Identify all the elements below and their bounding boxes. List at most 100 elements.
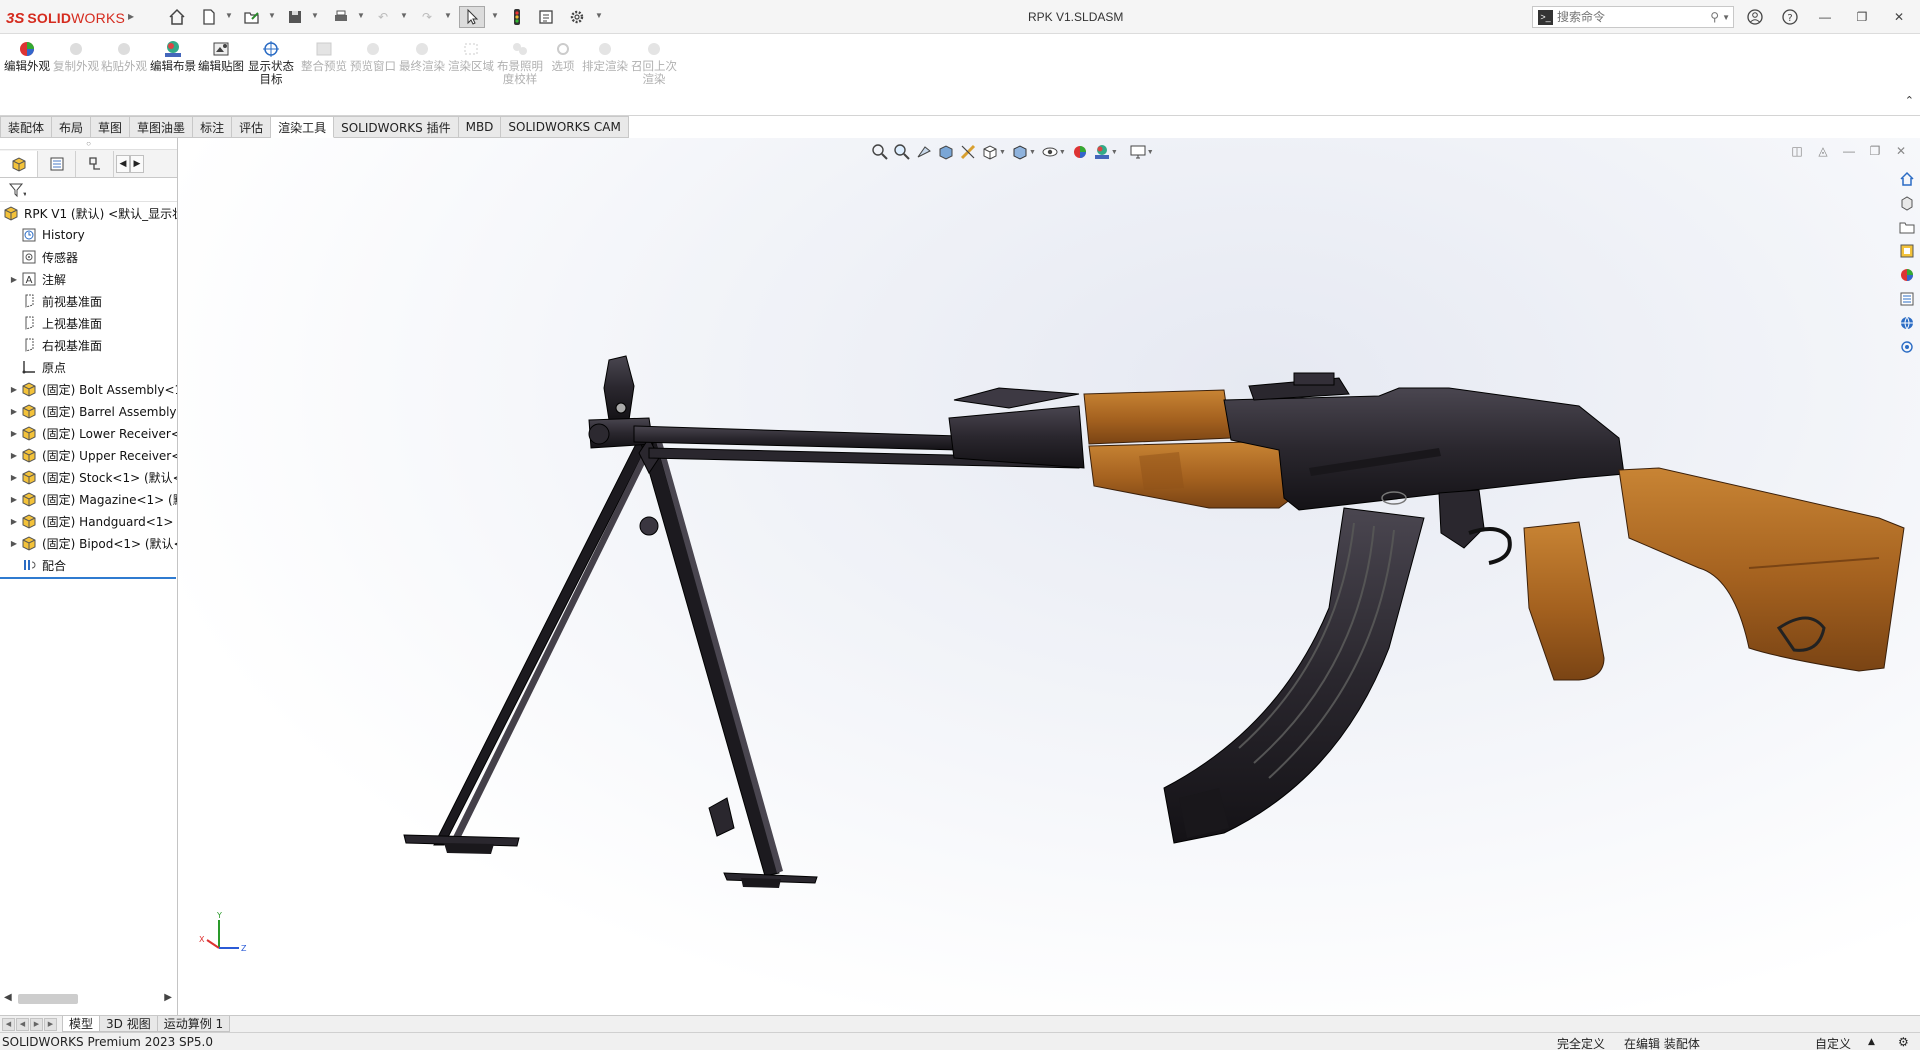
tree-item[interactable]: ▶ (固定) Bolt Assembly<1> (默认<默认_显示状态-1>) [0, 378, 177, 400]
tab-sketch-ink[interactable]: 草图油墨 [130, 116, 194, 138]
expand-arrow-icon[interactable]: ▶ [8, 429, 20, 438]
expand-arrow-icon[interactable]: ▶ [8, 517, 20, 526]
scene-illumination-proof-button[interactable]: 布景照明度校样 [497, 39, 543, 86]
tab-motion-study-1[interactable]: 运动算例 1 [156, 1016, 231, 1032]
copy-appearance-button[interactable]: 复制外观 [53, 39, 99, 73]
tab-nav-prev-icon[interactable]: ◀ [16, 1017, 29, 1031]
save-dropdown-icon[interactable]: ▼ [311, 11, 319, 20]
tree-item[interactable]: 配合 [0, 554, 177, 576]
search-input[interactable] [1557, 10, 1697, 24]
expand-arrow-icon[interactable]: ▶ [8, 495, 20, 504]
menu-flyout-arrow-icon[interactable]: ▸ [128, 9, 134, 23]
open-icon[interactable] [240, 6, 264, 28]
select-pointer-icon[interactable] [459, 6, 485, 28]
expand-arrow-icon[interactable]: ▶ [8, 275, 20, 284]
preview-window-button[interactable]: 预览窗口 [350, 39, 396, 73]
units-up-arrow-icon[interactable]: ▲ [1868, 1037, 1875, 1047]
tree-item[interactable]: ▶ (固定) Handguard<1> (默认<默认_显示状态-1>) [0, 510, 177, 532]
tab-layout[interactable]: 布局 [52, 116, 92, 138]
expand-arrow-icon[interactable]: ▶ [8, 539, 20, 548]
edit-appearance-button[interactable]: 编辑外观 [4, 39, 50, 73]
file-properties-icon[interactable] [535, 6, 557, 28]
tree-horizontal-scrollbar[interactable]: ◀ ▶ [0, 991, 176, 1007]
feature-manager-tab-icon[interactable] [0, 150, 38, 177]
new-dropdown-icon[interactable]: ▼ [225, 11, 233, 20]
tree-item[interactable]: ▶ (固定) Magazine<1> (默认<默认_显示状态-1>) [0, 488, 177, 510]
pistol-grip[interactable] [1523, 521, 1605, 681]
solidworks-logo[interactable]: 3S SOLIDWORKS [6, 8, 125, 28]
render-options-button[interactable]: 选项 [540, 39, 586, 73]
account-icon[interactable] [1744, 7, 1766, 27]
tab-markup[interactable]: 标注 [193, 116, 233, 138]
tab-sketch[interactable]: 草图 [91, 116, 131, 138]
expand-arrow-icon[interactable]: ▶ [8, 407, 20, 416]
tree-item[interactable]: ▶ (固定) Bipod<1> (默认<默认_显示状态-1>) [0, 532, 177, 554]
configuration-manager-tab-icon[interactable] [76, 150, 114, 177]
new-document-icon[interactable] [198, 6, 220, 28]
panel-tab-scroll-left-icon[interactable]: ◀ [116, 154, 130, 173]
stock[interactable] [1618, 467, 1905, 672]
integrated-preview-button[interactable]: 整合预览 [301, 39, 347, 73]
search-commands-box[interactable]: >_ ⚲ ▼ [1532, 6, 1734, 28]
redo-icon[interactable]: ↷ [416, 6, 438, 28]
expand-arrow-icon[interactable]: ▶ [8, 451, 20, 460]
restore-window-icon[interactable]: ❐ [1851, 7, 1873, 27]
scroll-right-icon[interactable]: ▶ [164, 992, 172, 1003]
filter-icon[interactable]: ▼ [8, 182, 26, 198]
undo-dropdown-icon[interactable]: ▼ [400, 11, 408, 20]
tab-model[interactable]: 模型 [62, 1016, 101, 1032]
redo-dropdown-icon[interactable]: ▼ [444, 11, 452, 20]
rebuild-status-icon[interactable]: ⚙ [1898, 1035, 1909, 1049]
tab-3d-views[interactable]: 3D 视图 [99, 1016, 158, 1032]
display-state-target-button[interactable]: 显示状态目标 [248, 39, 294, 86]
paste-appearance-button[interactable]: 粘贴外观 [101, 39, 147, 73]
collapse-ribbon-chevron-icon[interactable]: ⌃ [1905, 94, 1914, 107]
schedule-render-button[interactable]: 排定渲染 [582, 39, 628, 73]
tab-nav-first-icon[interactable]: ◀ [2, 1017, 15, 1031]
tab-mbd[interactable]: MBD [458, 116, 502, 138]
tree-item[interactable]: 右视基准面 [0, 334, 177, 356]
close-window-icon[interactable]: ✕ [1888, 7, 1910, 27]
recall-last-render-button[interactable]: 召回上次渲染 [631, 39, 677, 86]
tab-render-tools[interactable]: 渲染工具 [271, 116, 335, 138]
scroll-left-icon[interactable]: ◀ [4, 992, 12, 1003]
magazine[interactable] [1163, 507, 1425, 844]
edit-scene-button[interactable]: 编辑布景 [150, 39, 196, 73]
tab-assembly[interactable]: 装配体 [0, 116, 53, 138]
final-render-button[interactable]: 最终渲染 [399, 39, 445, 73]
open-dropdown-icon[interactable]: ▼ [268, 11, 276, 20]
help-icon[interactable]: ? [1779, 7, 1801, 27]
tab-nav-last-icon[interactable]: ▶ [44, 1017, 57, 1031]
save-icon[interactable] [284, 6, 306, 28]
tree-item[interactable]: ▶ (固定) Upper Receiver<1> (默认<默认_显示状态-1>) [0, 444, 177, 466]
tab-solidworks-addins[interactable]: SOLIDWORKS 插件 [334, 116, 459, 138]
tree-item[interactable]: 上视基准面 [0, 312, 177, 334]
property-manager-tab-icon[interactable] [38, 150, 76, 177]
select-dropdown-icon[interactable]: ▼ [491, 11, 499, 20]
tree-item[interactable]: 传感器 [0, 246, 177, 268]
bipod[interactable] [403, 433, 818, 888]
options-gear-icon[interactable] [566, 6, 588, 28]
home-icon[interactable] [166, 6, 188, 28]
tab-solidworks-cam[interactable]: SOLIDWORKS CAM [501, 116, 629, 138]
tab-evaluate[interactable]: 评估 [232, 116, 272, 138]
tree-item[interactable]: 前视基准面 [0, 290, 177, 312]
minimize-window-icon[interactable]: — [1814, 7, 1836, 27]
search-dropdown-icon[interactable]: ▼ [1722, 13, 1730, 22]
print-icon[interactable] [329, 6, 353, 28]
undo-icon[interactable]: ↶ [372, 6, 394, 28]
tree-item[interactable]: ▶ (固定) Lower Receiver<1> (默认<默认_显示状态-1>) [0, 422, 177, 444]
tree-item[interactable]: History [0, 224, 177, 246]
render-region-button[interactable]: 渲染区域 [448, 39, 494, 73]
panel-tab-scroll-right-icon[interactable]: ▶ [130, 154, 144, 173]
scroll-thumb[interactable] [18, 994, 78, 1004]
tree-item[interactable]: 原点 [0, 356, 177, 378]
barrel[interactable] [633, 387, 1085, 469]
tab-nav-next-icon[interactable]: ▶ [30, 1017, 43, 1031]
rpk-assembly-model[interactable] [179, 138, 1920, 1015]
search-icon[interactable]: ⚲ [1710, 10, 1719, 24]
tree-rollback-bar[interactable] [0, 577, 176, 579]
options-dropdown-icon[interactable]: ▼ [595, 11, 603, 20]
expand-arrow-icon[interactable]: ▶ [8, 385, 20, 394]
tree-root-assembly[interactable]: RPK V1 (默认) <默认_显示状态-1> [0, 202, 177, 224]
